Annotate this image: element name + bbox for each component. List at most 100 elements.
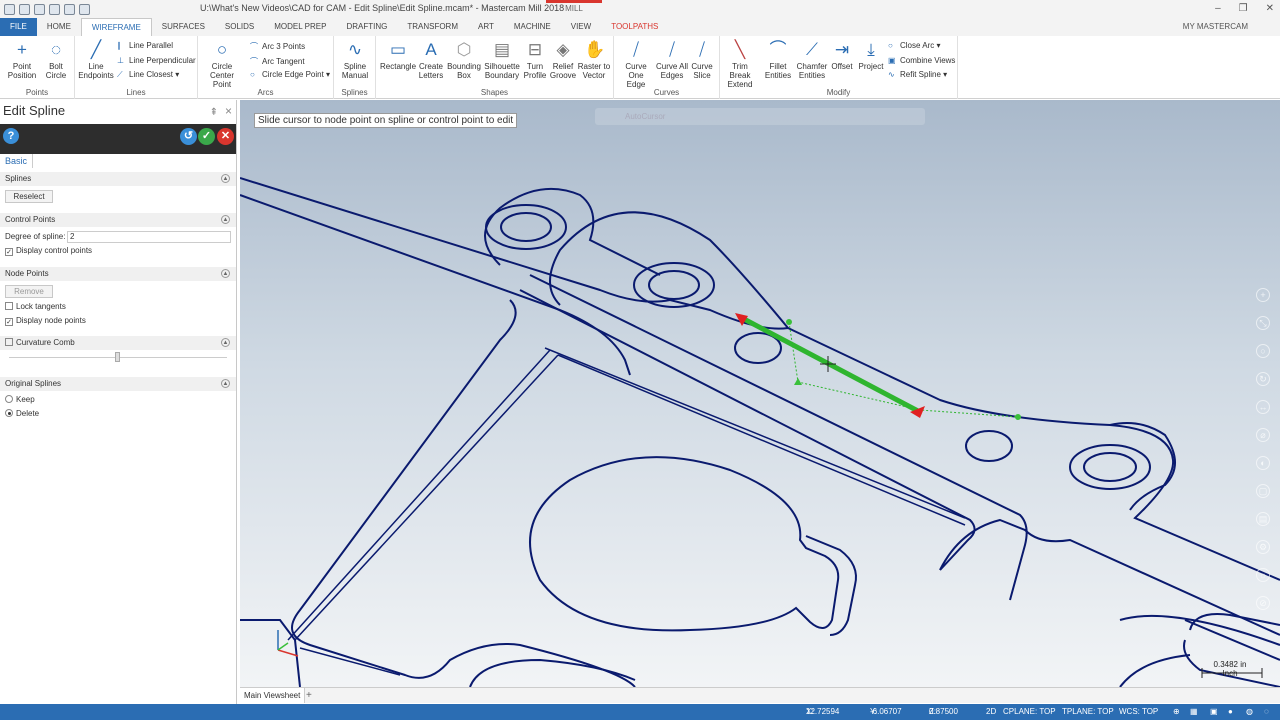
trim-break-extend-button[interactable]: ╲ Trim Break Extend: [722, 40, 758, 89]
reselect-button[interactable]: Reselect: [5, 190, 53, 203]
bolt-circle-button[interactable]: ◌ Bolt Circle: [38, 40, 74, 80]
refit-spline-button[interactable]: ∿ Refit Spline ▾: [888, 70, 947, 79]
tab-toolpaths[interactable]: TOOLPATHS: [601, 18, 668, 36]
autocursor-toolbar[interactable]: AutoCursor: [595, 108, 925, 125]
wireframe-geometry[interactable]: [240, 100, 1280, 687]
curve-slice-button[interactable]: ⧸ Curve Slice: [684, 40, 720, 80]
tab-surfaces[interactable]: SURFACES: [152, 18, 215, 36]
help-icon[interactable]: ?: [3, 128, 19, 144]
tab-wireframe[interactable]: WIREFRAME: [80, 18, 152, 36]
display-control-points-checkbox[interactable]: ✓: [5, 248, 13, 256]
point-position-button[interactable]: + Point Position: [4, 40, 40, 80]
close-panel-icon[interactable]: ×: [225, 100, 232, 122]
combine-views-icon: ▣: [888, 56, 896, 65]
fit-icon[interactable]: ⤡: [1256, 316, 1270, 330]
circle-edge-point-button[interactable]: ○ Circle Edge Point ▾: [250, 70, 330, 79]
light-icon[interactable]: ☼: [1256, 568, 1270, 582]
display-node-points-checkbox[interactable]: ✓: [5, 318, 13, 326]
collapse-icon[interactable]: ▲: [221, 269, 230, 278]
ok-and-create-new-button[interactable]: ↺: [180, 128, 197, 145]
new-file-icon[interactable]: [4, 3, 15, 15]
settings-icon[interactable]: ⚙: [1256, 540, 1270, 554]
zoom-in-icon[interactable]: +: [1256, 288, 1270, 302]
curve-one-edge-button[interactable]: ⧸ Curve One Edge: [618, 40, 654, 89]
collapse-icon[interactable]: ▲: [221, 174, 230, 183]
line-endpoints-button[interactable]: ╱ Line Endpoints: [78, 40, 114, 80]
add-viewsheet-button[interactable]: +: [306, 688, 312, 703]
open-file-icon[interactable]: [19, 3, 30, 15]
graphics-viewport[interactable]: Slide cursor to node point on spline or …: [240, 100, 1280, 687]
bounding-box-button[interactable]: ⬡ Bounding Box: [446, 40, 482, 80]
tab-solids[interactable]: SOLIDS: [215, 18, 264, 36]
pan-icon[interactable]: ↔: [1256, 400, 1270, 414]
tab-basic[interactable]: Basic: [0, 154, 34, 168]
globe-icon[interactable]: ⊕: [1173, 704, 1180, 720]
tab-machine[interactable]: MACHINE: [504, 18, 561, 36]
tab-view[interactable]: VIEW: [561, 18, 601, 36]
line-perpendicular-button[interactable]: ⊥ Line Perpendicular: [117, 56, 196, 65]
curvature-comb-slider[interactable]: [0, 350, 236, 364]
group-shapes: ▭ Rectangle A Create Letters ⬡ Bounding Box…: [376, 36, 614, 99]
keep-radio[interactable]: [5, 395, 13, 403]
wire-icon[interactable]: ▢: [1256, 484, 1270, 498]
my-mastercam-link[interactable]: MY MASTERCAM: [1183, 18, 1248, 36]
wire-sphere-icon[interactable]: ◍: [1246, 704, 1253, 720]
section-icon[interactable]: ▤: [1256, 512, 1270, 526]
arc-3-points-button[interactable]: ⌒ Arc 3 Points: [250, 41, 305, 52]
tplane-button[interactable]: TPLANE: TOP: [1062, 704, 1114, 720]
grid-icon[interactable]: ▦: [1190, 704, 1198, 720]
circle-center-point-button[interactable]: ○ Circle Center Point: [204, 40, 240, 89]
rectangle-button[interactable]: ▭ Rectangle: [380, 40, 416, 71]
maximize-icon[interactable]: ❐: [1239, 3, 1248, 14]
tab-model-prep[interactable]: MODEL PREP: [264, 18, 336, 36]
raster-to-vector-button[interactable]: ✋ Raster to Vector: [576, 40, 612, 80]
combine-views-button[interactable]: ▣ Combine Views: [888, 56, 955, 65]
line-parallel-button[interactable]: ∥ Line Parallel: [117, 41, 173, 50]
shade-icon[interactable]: ◐: [1256, 456, 1270, 470]
mode-2d-button[interactable]: 2D: [986, 704, 996, 720]
ok-button[interactable]: ✓: [198, 128, 215, 145]
render-icon[interactable]: ▣: [1210, 704, 1218, 720]
dynamic-rotate-icon[interactable]: ↻: [1256, 372, 1270, 386]
slider-thumb[interactable]: [115, 352, 120, 362]
delete-radio[interactable]: [5, 409, 13, 417]
tab-home[interactable]: HOME: [37, 18, 81, 36]
degree-of-spline-input[interactable]: 2: [67, 231, 231, 243]
pin-icon[interactable]: ⇞: [210, 102, 218, 124]
arc-tangent-button[interactable]: ⌒ Arc Tangent: [250, 56, 305, 67]
project-button[interactable]: ⤓ Project: [854, 40, 888, 71]
tab-main-viewsheet[interactable]: Main Viewsheet: [240, 688, 306, 703]
viewsheet-tabs: Main Viewsheet +: [240, 687, 1280, 703]
tab-transform[interactable]: TRANSFORM: [397, 18, 468, 36]
create-letters-button[interactable]: A Create Letters: [413, 40, 449, 80]
collapse-icon[interactable]: ▲: [221, 379, 230, 388]
close-window-icon[interactable]: ✕: [1266, 3, 1274, 14]
lock-tangents-checkbox[interactable]: [5, 302, 13, 310]
close-arc-button[interactable]: ○ Close Arc ▾: [888, 41, 940, 50]
measure-icon[interactable]: ⌀: [1256, 428, 1270, 442]
stop-icon[interactable]: ⊘: [1256, 596, 1270, 610]
redo-icon[interactable]: [79, 3, 90, 15]
shaded-sphere-icon[interactable]: ●: [1228, 704, 1233, 720]
silhouette-boundary-button[interactable]: ▤ Silhouette Boundary: [484, 40, 520, 80]
tab-drafting[interactable]: DRAFTING: [336, 18, 397, 36]
remove-button[interactable]: Remove: [5, 285, 53, 298]
tab-file[interactable]: FILE: [0, 18, 37, 36]
wcs-button[interactable]: WCS: TOP: [1119, 704, 1158, 720]
collapse-icon[interactable]: ▲: [221, 215, 230, 224]
chamfer-entities-button[interactable]: ⟋ Chamfer Entities: [794, 40, 830, 80]
curvature-comb-checkbox[interactable]: [5, 338, 13, 346]
fillet-entities-button[interactable]: ⌒ Fillet Entities: [760, 40, 796, 80]
cplane-button[interactable]: CPLANE: TOP: [1003, 704, 1056, 720]
collapse-icon[interactable]: ▲: [221, 338, 230, 347]
line-closest-button[interactable]: ⟋ Line Closest ▾: [117, 70, 179, 80]
spline-manual-button[interactable]: ∿ Spline Manual: [337, 40, 373, 80]
translucent-icon[interactable]: ◌: [1264, 704, 1269, 720]
rotate-icon[interactable]: ○: [1256, 344, 1270, 358]
undo-icon[interactable]: [64, 3, 75, 15]
cancel-button[interactable]: ✕: [217, 128, 234, 145]
save-icon[interactable]: [34, 3, 45, 15]
minimize-icon[interactable]: –: [1215, 3, 1221, 14]
print-icon[interactable]: [49, 3, 60, 15]
tab-art[interactable]: ART: [468, 18, 504, 36]
